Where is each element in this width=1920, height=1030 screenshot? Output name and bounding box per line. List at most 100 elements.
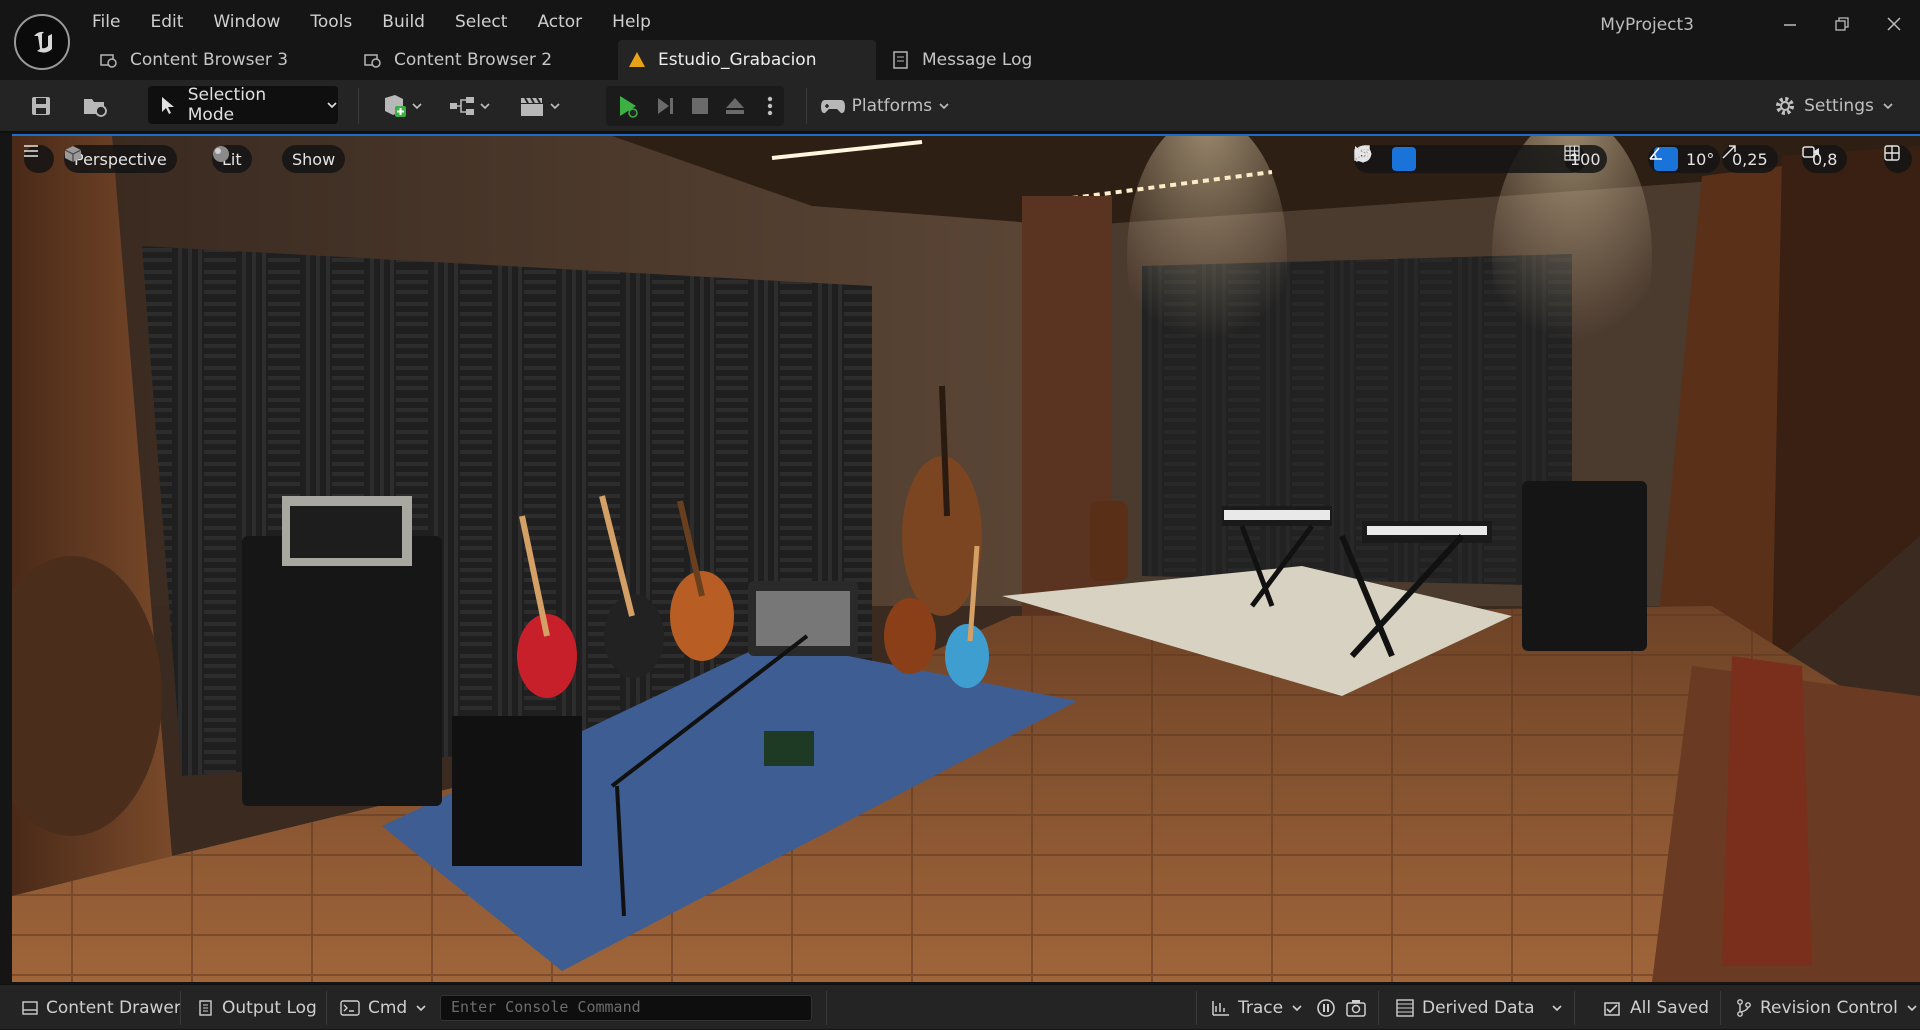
output-log-label: Output Log (222, 997, 317, 1018)
show-button[interactable]: Show (282, 145, 346, 173)
content-drawer-button[interactable]: Content Drawer (22, 985, 181, 1030)
scale-snap-value: 0,25 (1732, 149, 1768, 169)
viewport-layout-button[interactable] (1884, 145, 1912, 173)
tab-label: Content Browser 2 (394, 50, 553, 70)
chevron-down-icon (480, 103, 490, 110)
viewport-menu-button[interactable] (24, 145, 54, 173)
document-tabs: Content Browser 3 Content Browser 2 Estu… (90, 40, 1076, 80)
menu-window[interactable]: Window (213, 12, 280, 36)
menu-file[interactable]: File (92, 12, 120, 36)
rotation-snap-button[interactable]: 10° (1648, 145, 1721, 173)
revision-control-label: Revision Control (1760, 997, 1898, 1018)
divider (1196, 991, 1197, 1025)
selection-mode-dropdown[interactable]: Selection Mode (148, 85, 338, 125)
menu-edit[interactable]: Edit (150, 12, 183, 36)
revision-control-dropdown[interactable]: Revision Control (1736, 985, 1918, 1030)
menu-bar: File Edit Window Tools Build Select Acto… (92, 12, 681, 36)
lit-button[interactable]: Lit (212, 145, 252, 173)
tab-estudio-grabacion[interactable]: Estudio_Grabacion (618, 40, 876, 80)
chevron-down-icon (1292, 1004, 1302, 1011)
tab-content-browser-3[interactable]: Content Browser 3 (90, 40, 354, 80)
all-saved-label: All Saved (1630, 997, 1709, 1018)
camera-speed-button[interactable]: 0,8 (1802, 145, 1848, 173)
step-forward-icon[interactable] (650, 88, 680, 124)
settings-dropdown[interactable]: Settings (1756, 88, 1912, 124)
add-actor-button[interactable] (378, 88, 426, 124)
gear-icon (1776, 97, 1795, 115)
window-controls (1764, 6, 1920, 42)
minimize-icon[interactable] (1764, 6, 1816, 42)
scale-tool-icon[interactable] (1354, 145, 1480, 171)
lit-sphere-icon (213, 146, 229, 162)
world-space-icon[interactable] (1354, 145, 1512, 171)
derived-data-icon (1396, 998, 1414, 1017)
menu-build[interactable]: Build (382, 12, 425, 36)
cmd-dropdown[interactable]: Cmd (340, 985, 427, 1030)
trace-label: Trace (1238, 997, 1284, 1018)
derived-data-dropdown[interactable]: Derived Data (1396, 985, 1563, 1030)
menu-actor[interactable]: Actor (537, 12, 582, 36)
perspective-label: Perspective (74, 149, 167, 169)
add-actor-icon (385, 95, 406, 117)
eject-icon[interactable] (720, 88, 750, 124)
camera-icon (1802, 146, 1819, 158)
output-log-button[interactable]: Output Log (198, 985, 317, 1030)
divider (358, 88, 359, 124)
menu-tools[interactable]: Tools (310, 12, 352, 36)
blueprints-button[interactable] (446, 88, 494, 124)
output-log-icon (199, 999, 212, 1016)
platforms-dropdown[interactable]: Platforms (820, 88, 950, 124)
angle-icon (1649, 147, 1678, 171)
project-name: MyProject3 (1600, 15, 1694, 35)
level-icon (628, 51, 646, 69)
chevron-down-icon (1552, 1004, 1562, 1011)
status-bar: Content Drawer Output Log Cmd Enter Cons… (0, 984, 1920, 1029)
tab-label: Message Log (922, 50, 1033, 70)
chevron-down-icon (1907, 1004, 1917, 1011)
play-icon[interactable] (612, 88, 642, 124)
platforms-label: Platforms (851, 96, 933, 116)
tab-label: Content Browser 3 (130, 50, 289, 70)
cube-icon (64, 146, 82, 162)
gamepad-icon (821, 100, 845, 114)
stop-icon[interactable] (685, 88, 715, 124)
trace-dropdown[interactable]: Trace (1212, 985, 1303, 1030)
close-icon[interactable] (1868, 6, 1920, 42)
menu-select[interactable]: Select (455, 12, 507, 36)
divider (806, 88, 807, 124)
trace-record-button[interactable] (1316, 985, 1336, 1030)
menu-help[interactable]: Help (612, 12, 651, 36)
cinematics-button[interactable] (516, 88, 564, 124)
tab-message-log[interactable]: Message Log (876, 40, 1076, 80)
terminal-icon (340, 999, 360, 1016)
scale-snap-button[interactable]: 0,25 (1722, 145, 1778, 173)
rotate-tool-icon[interactable] (1356, 146, 1448, 171)
scale-snap-icon (1722, 145, 1736, 159)
show-label: Show (292, 149, 336, 169)
restore-icon[interactable] (1816, 6, 1868, 42)
grid-snap-button[interactable]: 100 (1564, 145, 1607, 173)
camera-icon (1346, 999, 1366, 1017)
main-toolbar: Selection Mode Platforms Settings (0, 80, 1920, 133)
transform-tools (1354, 145, 1586, 173)
chevron-down-icon (939, 103, 949, 110)
content-browser-icon[interactable] (78, 88, 112, 124)
layout-grid-icon (1884, 145, 1900, 161)
surface-snap-icon[interactable] (1355, 147, 1544, 171)
save-icon[interactable] (24, 88, 58, 124)
record-icon (1317, 998, 1335, 1017)
perspective-button[interactable]: Perspective (64, 145, 177, 173)
clapperboard-icon (521, 97, 543, 116)
divider (1574, 991, 1575, 1025)
save-status[interactable]: All Saved (1602, 985, 1709, 1030)
level-viewport[interactable]: Perspective Lit Show 100 10° 0,25 0,8 (12, 136, 1920, 982)
tab-content-browser-2[interactable]: Content Browser 2 (354, 40, 618, 80)
content-drawer-label: Content Drawer (46, 997, 181, 1018)
translate-tool-icon[interactable] (1354, 145, 1416, 171)
unreal-engine-logo[interactable] (14, 14, 70, 70)
divider (180, 991, 181, 1025)
screenshot-button[interactable] (1346, 985, 1366, 1030)
console-command-input[interactable]: Enter Console Command (440, 995, 812, 1021)
more-options-icon[interactable] (756, 88, 784, 124)
cmd-label: Cmd (368, 997, 408, 1018)
